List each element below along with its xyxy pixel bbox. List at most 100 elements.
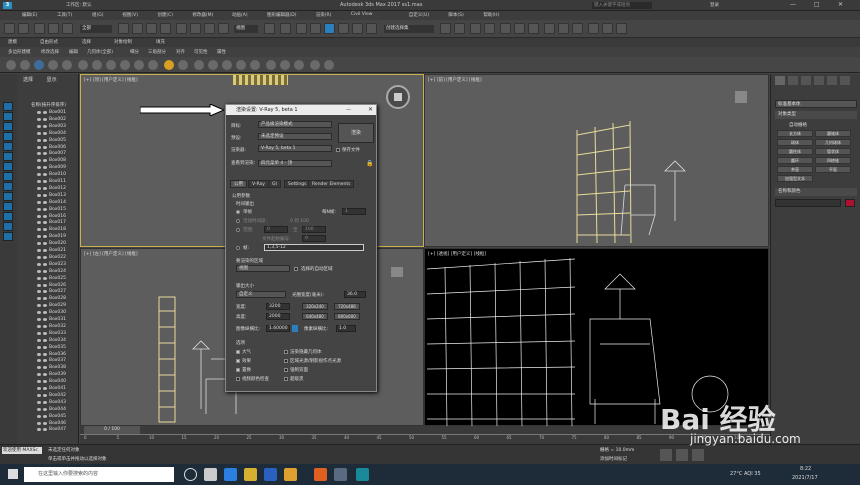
ribbon-tool-icon[interactable]: [178, 60, 188, 70]
visibility-eye-icon[interactable]: [37, 414, 41, 418]
vray-icon[interactable]: [588, 23, 599, 34]
chrome-icon[interactable]: [284, 468, 297, 481]
pivot-icon[interactable]: [264, 23, 275, 34]
single-frame-radio[interactable]: [236, 210, 240, 214]
ribbon-tool-icon[interactable]: [294, 60, 304, 70]
freeze-eye-icon[interactable]: [43, 276, 47, 280]
window-crossing-icon[interactable]: [160, 23, 171, 34]
visibility-eye-icon[interactable]: [37, 255, 41, 259]
visibility-eye-icon[interactable]: [37, 145, 41, 149]
ribbon-tool-icon[interactable]: [208, 60, 218, 70]
visibility-eye-icon[interactable]: [37, 269, 41, 273]
freeze-eye-icon[interactable]: [43, 407, 47, 411]
scene-filter-icon[interactable]: [3, 112, 13, 121]
store-icon[interactable]: [264, 468, 277, 481]
menu-item[interactable]: 组(G): [92, 12, 104, 18]
view-dropdown[interactable]: 四元菜单 4 - 顶: [258, 160, 332, 167]
visibility-eye-icon[interactable]: [37, 283, 41, 287]
ribbon-tool-icon[interactable]: [280, 60, 290, 70]
spinner-snap-icon[interactable]: [352, 23, 363, 34]
create-tab-icon[interactable]: [775, 76, 785, 85]
named-selection-set[interactable]: 创建选择集: [384, 25, 434, 33]
align-icon[interactable]: [454, 23, 465, 34]
res-preset-2[interactable]: 720x486: [334, 303, 360, 310]
ribbon-tool-icon[interactable]: [250, 60, 260, 70]
bind-space-warp-icon[interactable]: [62, 23, 73, 34]
autogrid-checkbox[interactable]: 自动栅格: [789, 122, 807, 128]
freeze-eye-icon[interactable]: [43, 193, 47, 197]
explorer-icon[interactable]: [244, 468, 257, 481]
primitive-type-dropdown[interactable]: 标准基本体: [775, 100, 857, 108]
scene-filter-icon[interactable]: [3, 122, 13, 131]
clock-time[interactable]: 8:22: [800, 466, 811, 472]
menu-item[interactable]: 自定义(U): [409, 12, 429, 18]
visibility-eye-icon[interactable]: [37, 387, 41, 390]
scene-header[interactable]: 名称(按升序排序): [31, 102, 66, 108]
vray-camera-icon[interactable]: [616, 23, 627, 34]
visibility-eye-icon[interactable]: [37, 249, 41, 252]
material-editor-icon[interactable]: [528, 23, 539, 34]
scene-filter-icon[interactable]: [3, 142, 13, 151]
force-2sided-checkbox[interactable]: [284, 368, 288, 372]
render-setup-icon[interactable]: [544, 23, 555, 34]
object-color-swatch[interactable]: [845, 199, 855, 207]
visibility-eye-icon[interactable]: [37, 138, 41, 142]
workspace-label[interactable]: 工作区: 默认: [66, 2, 91, 8]
object-type-button[interactable]: 茶壶: [777, 166, 813, 173]
ribbon-tool-icon[interactable]: [310, 60, 320, 70]
freeze-eye-icon[interactable]: [43, 255, 47, 259]
object-type-button[interactable]: 长方体: [777, 130, 813, 137]
toggle-ribbon-icon[interactable]: [484, 23, 495, 34]
height-spinner[interactable]: 2000: [266, 313, 290, 320]
tab-select[interactable]: 选择: [23, 77, 33, 83]
ribbon-group[interactable]: 对齐: [176, 49, 185, 55]
unlink-icon[interactable]: [48, 23, 59, 34]
file-start-spinner[interactable]: 0: [302, 235, 326, 242]
tab-render-elements[interactable]: Render Elements: [308, 180, 355, 188]
output-size-dropdown[interactable]: 自定义: [236, 291, 286, 298]
width-spinner[interactable]: 3200: [266, 303, 290, 310]
freeze-eye-icon[interactable]: [43, 207, 47, 211]
link-icon[interactable]: [34, 23, 45, 34]
viewcube-icon[interactable]: [386, 85, 410, 109]
visibility-eye-icon[interactable]: [37, 393, 41, 397]
menu-item[interactable]: Civil View: [351, 12, 373, 17]
object-type-button[interactable]: 平面: [815, 166, 851, 173]
visibility-eye-icon[interactable]: [37, 276, 41, 280]
scene-filter-icon[interactable]: [3, 232, 13, 241]
ribbon-tool-icon[interactable]: [78, 60, 88, 70]
scene-filter-icon[interactable]: [3, 212, 13, 221]
visibility-eye-icon[interactable]: [37, 345, 41, 349]
freeze-eye-icon[interactable]: [43, 393, 47, 397]
visibility-eye-icon[interactable]: [37, 131, 41, 135]
freeze-eye-icon[interactable]: [43, 324, 47, 328]
select-manipulate-icon[interactable]: [280, 23, 291, 34]
freeze-eye-icon[interactable]: [43, 414, 47, 418]
menu-item[interactable]: 帮助(H): [483, 12, 499, 18]
area-dropdown[interactable]: 视图: [236, 265, 290, 272]
visibility-eye-icon[interactable]: [37, 186, 41, 190]
play-forward-icon[interactable]: [692, 449, 704, 461]
auto-region-checkbox[interactable]: [294, 267, 298, 271]
maximize-icon[interactable]: □: [814, 1, 820, 8]
preset-dropdown[interactable]: 未选定预设: [258, 133, 332, 140]
aspect-spinner[interactable]: 1.60000: [266, 325, 290, 332]
render-hidden-checkbox[interactable]: [284, 350, 288, 354]
select-object-icon[interactable]: [118, 23, 129, 34]
freeze-eye-icon[interactable]: [43, 249, 47, 252]
visibility-eye-icon[interactable]: [37, 331, 41, 335]
visibility-eye-icon[interactable]: [37, 318, 41, 321]
menu-item[interactable]: 动画(A): [232, 12, 248, 18]
render-icon[interactable]: [572, 23, 583, 34]
ribbon-tool-icon[interactable]: [20, 60, 30, 70]
reference-coord-dropdown[interactable]: 视图: [234, 25, 258, 33]
app-logo[interactable]: 3: [3, 2, 12, 9]
scene-filter-icon[interactable]: [3, 222, 13, 231]
freeze-eye-icon[interactable]: [43, 338, 47, 342]
visibility-eye-icon[interactable]: [37, 338, 41, 342]
visibility-eye-icon[interactable]: [37, 262, 41, 266]
frames-input[interactable]: 1,3,5-12: [264, 244, 364, 251]
aperture-spinner[interactable]: 36.0: [344, 291, 366, 298]
clock-date[interactable]: 2021/7/17: [792, 475, 818, 481]
menu-item[interactable]: 渲染(R): [316, 12, 332, 18]
